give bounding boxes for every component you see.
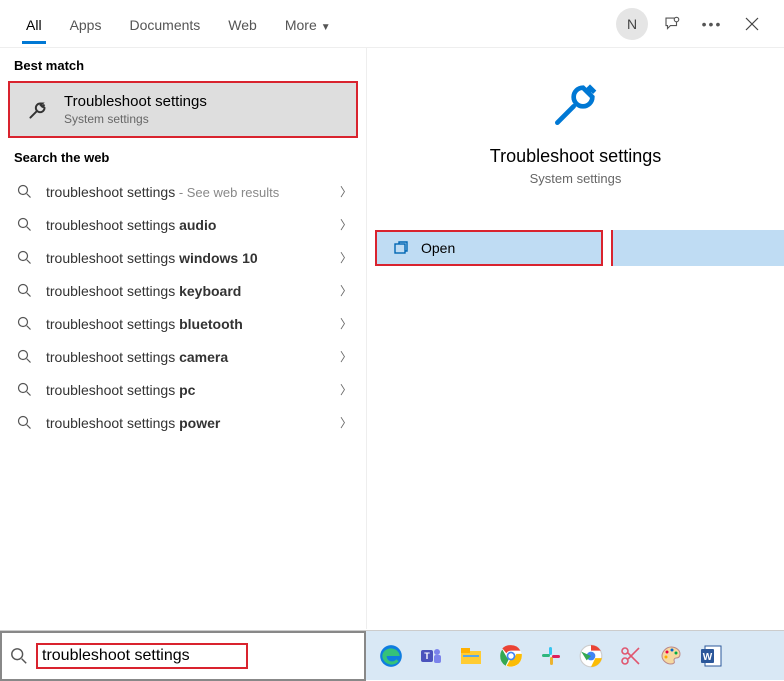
preview-panel: Troubleshoot settings System settings Op…: [366, 48, 784, 629]
chevron-right-icon: 〉: [340, 282, 352, 299]
web-result-item[interactable]: troubleshoot settings power〉: [0, 406, 366, 439]
web-result-item[interactable]: troubleshoot settings keyboard〉: [0, 274, 366, 307]
results-panel: Best match Troubleshoot settings System …: [0, 48, 366, 629]
web-result-text: troubleshoot settings camera: [46, 349, 340, 365]
web-result-item[interactable]: troubleshoot settings audio〉: [0, 208, 366, 241]
web-results-list: troubleshoot settings - See web results〉…: [0, 171, 366, 443]
best-match-subtitle: System settings: [64, 112, 342, 126]
bottom-bar: T W: [0, 630, 784, 680]
taskbar-word-icon[interactable]: W: [694, 639, 728, 673]
web-result-item[interactable]: troubleshoot settings bluetooth〉: [0, 307, 366, 340]
tab-apps[interactable]: Apps: [56, 5, 116, 43]
best-match-item[interactable]: Troubleshoot settings System settings: [8, 81, 358, 138]
tab-web[interactable]: Web: [214, 5, 271, 43]
action-extension[interactable]: [611, 230, 784, 266]
taskbar-edge-icon[interactable]: [374, 639, 408, 673]
tab-documents[interactable]: Documents: [115, 5, 214, 43]
feedback-icon[interactable]: [652, 4, 692, 44]
search-icon: [14, 283, 34, 298]
chevron-right-icon: 〉: [340, 414, 352, 431]
chevron-right-icon: 〉: [340, 216, 352, 233]
chevron-right-icon: 〉: [340, 249, 352, 266]
search-icon: [14, 250, 34, 265]
web-result-item[interactable]: troubleshoot settings windows 10〉: [0, 241, 366, 274]
tabs-header: All Apps Documents Web More▼ N •••: [0, 0, 784, 48]
chevron-down-icon: ▼: [321, 22, 331, 33]
search-icon: [14, 316, 34, 331]
search-icon: [14, 382, 34, 397]
taskbar-chrome-alt-icon[interactable]: [574, 639, 608, 673]
web-result-text: troubleshoot settings - See web results: [46, 184, 340, 200]
web-result-text: troubleshoot settings keyboard: [46, 283, 340, 299]
web-result-item[interactable]: troubleshoot settings camera〉: [0, 340, 366, 373]
tab-all[interactable]: All: [12, 5, 56, 43]
tab-more[interactable]: More▼: [271, 5, 345, 43]
search-icon: [14, 217, 34, 232]
open-action-label: Open: [421, 240, 455, 256]
svg-text:W: W: [703, 652, 713, 663]
search-box[interactable]: [0, 631, 366, 681]
web-result-text: troubleshoot settings power: [46, 415, 340, 431]
open-icon: [391, 240, 411, 256]
best-match-title: Troubleshoot settings: [64, 93, 342, 110]
taskbar: T W: [366, 631, 784, 680]
web-result-item[interactable]: troubleshoot settings pc〉: [0, 373, 366, 406]
taskbar-slack-icon[interactable]: [534, 639, 568, 673]
more-options-icon[interactable]: •••: [692, 4, 732, 44]
chevron-right-icon: 〉: [340, 315, 352, 332]
web-result-text: troubleshoot settings audio: [46, 217, 340, 233]
section-search-web: Search the web: [0, 140, 366, 171]
search-icon: [14, 184, 34, 199]
web-result-item[interactable]: troubleshoot settings - See web results〉: [0, 175, 366, 208]
search-icon: [14, 415, 34, 430]
web-result-text: troubleshoot settings windows 10: [46, 250, 340, 266]
taskbar-teams-icon[interactable]: T: [414, 639, 448, 673]
search-input[interactable]: [42, 647, 242, 665]
chevron-right-icon: 〉: [340, 348, 352, 365]
chevron-right-icon: 〉: [340, 381, 352, 398]
preview-subtitle: System settings: [387, 171, 764, 186]
svg-text:T: T: [424, 651, 430, 661]
web-result-text: troubleshoot settings bluetooth: [46, 316, 340, 332]
wrench-icon-large: [548, 76, 604, 132]
user-avatar[interactable]: N: [616, 8, 648, 40]
section-best-match: Best match: [0, 48, 366, 79]
taskbar-chrome-icon[interactable]: [494, 639, 528, 673]
search-icon: [14, 349, 34, 364]
chevron-right-icon: 〉: [340, 183, 352, 200]
wrench-icon: [24, 96, 52, 124]
taskbar-snip-icon[interactable]: [614, 639, 648, 673]
web-result-text: troubleshoot settings pc: [46, 382, 340, 398]
taskbar-paint-icon[interactable]: [654, 639, 688, 673]
search-icon: [10, 647, 28, 665]
open-action[interactable]: Open: [377, 232, 601, 264]
taskbar-explorer-icon[interactable]: [454, 639, 488, 673]
close-button[interactable]: [732, 4, 772, 44]
preview-title: Troubleshoot settings: [387, 146, 764, 167]
